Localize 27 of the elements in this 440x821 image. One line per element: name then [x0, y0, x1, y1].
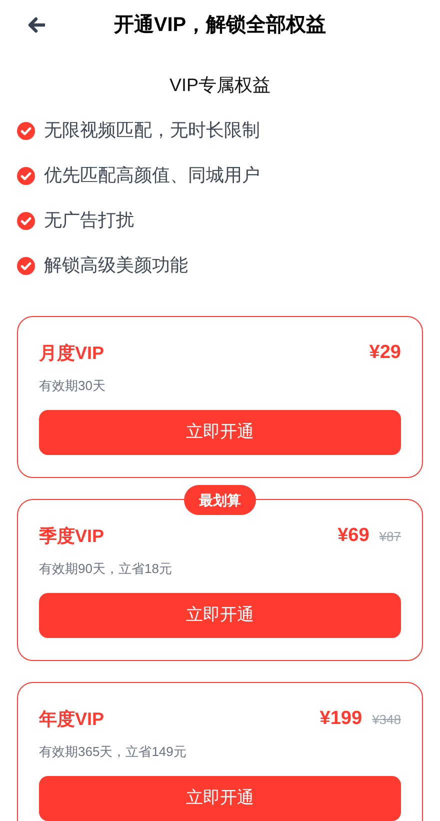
plan-price: ¥199	[320, 706, 362, 731]
check-icon	[17, 122, 35, 140]
check-icon	[17, 256, 35, 274]
benefit-text: 无限视频匹配，无时长限制	[44, 119, 260, 142]
activate-button[interactable]: 立即开通	[39, 776, 401, 820]
plan-price: ¥29	[369, 340, 401, 365]
benefit-text: 优先匹配高颜值、同城用户	[44, 164, 260, 187]
page-title: 开通VIP，解锁全部权益	[114, 12, 326, 38]
activate-button[interactable]: 立即开通	[39, 592, 401, 638]
plan-name: 年度VIP	[39, 708, 104, 730]
back-button[interactable]	[26, 15, 46, 35]
validity-text: 有效期30天	[39, 377, 106, 395]
benefit-text: 解锁高级美颜功能	[44, 254, 188, 277]
activate-button[interactable]: 立即开通	[39, 410, 401, 454]
plan-name: 季度VIP	[39, 524, 104, 548]
section-title: VIP专属权益	[168, 74, 272, 97]
original-price: ¥87	[379, 528, 401, 546]
back-arrow-icon	[27, 17, 45, 33]
benefit-text: 无广告打扰	[44, 209, 134, 232]
plan-name: 月度VIP	[39, 342, 104, 364]
validity-text: 有效期365天，立省149元	[39, 743, 188, 761]
plan-price: ¥69	[338, 524, 370, 548]
best-value-badge: 最划算	[184, 485, 256, 515]
check-icon	[17, 212, 35, 230]
original-price: ¥348	[372, 710, 401, 729]
validity-text: 有效期90天，立省18元	[39, 560, 173, 578]
check-icon	[17, 166, 35, 184]
